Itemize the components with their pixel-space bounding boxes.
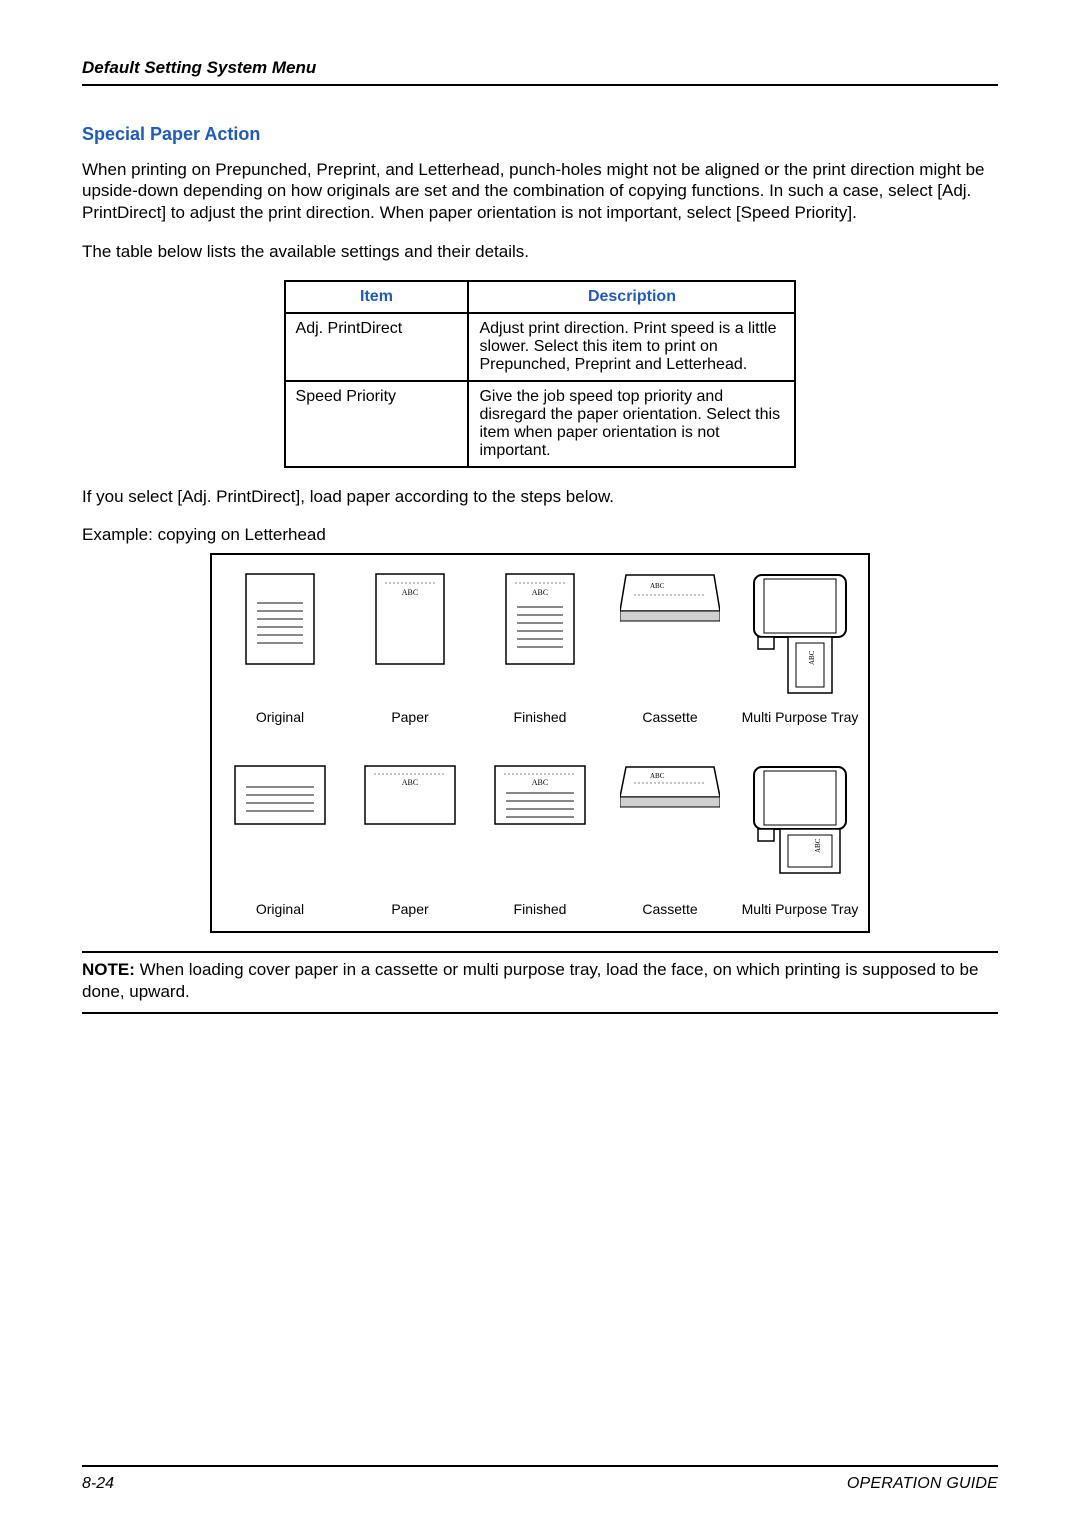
cell-desc: Adjust print direction. Print speed is a… (468, 313, 795, 381)
th-desc: Description (468, 281, 795, 313)
label-cassette: Cassette (610, 901, 730, 917)
label-cassette: Cassette (610, 709, 730, 725)
table-row: Speed Priority Give the job speed top pr… (285, 381, 796, 467)
letterhead-paper-icon: ABC (375, 573, 445, 665)
diagram-mptray-1: ABC (740, 573, 860, 703)
diagram-cassette-1: ABC (610, 573, 730, 703)
abc-label: ABC (532, 778, 548, 787)
note-text: When loading cover paper in a cassette o… (82, 960, 978, 1000)
abc-label: ABC (402, 588, 418, 597)
mp-tray-landscape-icon: ABC (750, 765, 850, 895)
note-label: NOTE: (82, 960, 135, 979)
page-header: Default Setting System Menu (82, 58, 998, 86)
label-paper: Paper (350, 901, 470, 917)
diagram-paper-2: ABC (350, 765, 470, 895)
finished-landscape-icon: ABC (494, 765, 586, 825)
diagram-finished-1: ABC (480, 573, 600, 703)
abc-label: ABC (814, 839, 822, 854)
settings-table: Item Description Adj. PrintDirect Adjust… (284, 280, 797, 468)
letterhead-landscape-icon: ABC (364, 765, 456, 825)
label-mptray: Multi Purpose Tray (740, 901, 860, 917)
footer-guide: OPERATION GUIDE (847, 1475, 998, 1493)
intro-paragraph: When printing on Prepunched, Preprint, a… (82, 159, 998, 223)
label-finished: Finished (480, 709, 600, 725)
diagram-row-1-labels: Original Paper Finished Cassette Multi P… (220, 709, 860, 725)
diagram-cassette-2: ABC (610, 765, 730, 895)
diagram-box: ABC ABC (210, 553, 870, 933)
cassette-landscape-icon: ABC (620, 765, 720, 825)
diagram-mptray-2: ABC (740, 765, 860, 895)
abc-label: ABC (808, 651, 816, 666)
section-title: Special Paper Action (82, 124, 998, 145)
label-finished: Finished (480, 901, 600, 917)
cassette-icon: ABC (620, 573, 720, 643)
mp-tray-icon: ABC (750, 573, 850, 703)
abc-label: ABC (650, 582, 665, 590)
original-landscape-icon (234, 765, 326, 825)
cell-desc: Give the job speed top priority and disr… (468, 381, 795, 467)
table-intro: The table below lists the available sett… (82, 241, 998, 262)
label-paper: Paper (350, 709, 470, 725)
label-original: Original (220, 901, 340, 917)
original-portrait-icon (245, 573, 315, 665)
example-caption: Example: copying on Letterhead (82, 525, 998, 545)
label-original: Original (220, 709, 340, 725)
note-rule-top (82, 951, 998, 953)
diagram-row-1-images: ABC ABC (220, 573, 860, 703)
label-mptray: Multi Purpose Tray (740, 709, 860, 725)
after-table-paragraph: If you select [Adj. PrintDirect], load p… (82, 486, 998, 507)
diagram-finished-2: ABC (480, 765, 600, 895)
table-row: Adj. PrintDirect Adjust print direction.… (285, 313, 796, 381)
cell-item: Adj. PrintDirect (285, 313, 469, 381)
diagram-original-1 (220, 573, 340, 703)
diagram-original-2 (220, 765, 340, 895)
note-rule-bottom (82, 1012, 998, 1014)
diagram-row-2-labels: Original Paper Finished Cassette Multi P… (220, 901, 860, 917)
finished-portrait-icon: ABC (505, 573, 575, 665)
abc-label: ABC (402, 778, 418, 787)
page: Default Setting System Menu Special Pape… (0, 0, 1080, 1527)
diagram-paper-1: ABC (350, 573, 470, 703)
page-number: 8-24 (82, 1475, 114, 1493)
diagram-row-2-images: ABC ABC (220, 765, 860, 895)
cell-item: Speed Priority (285, 381, 469, 467)
th-item: Item (285, 281, 469, 313)
abc-label: ABC (650, 772, 665, 780)
abc-label: ABC (532, 588, 548, 597)
note-block: NOTE: When loading cover paper in a cass… (82, 959, 998, 1002)
page-footer: 8-24 OPERATION GUIDE (82, 1465, 998, 1493)
